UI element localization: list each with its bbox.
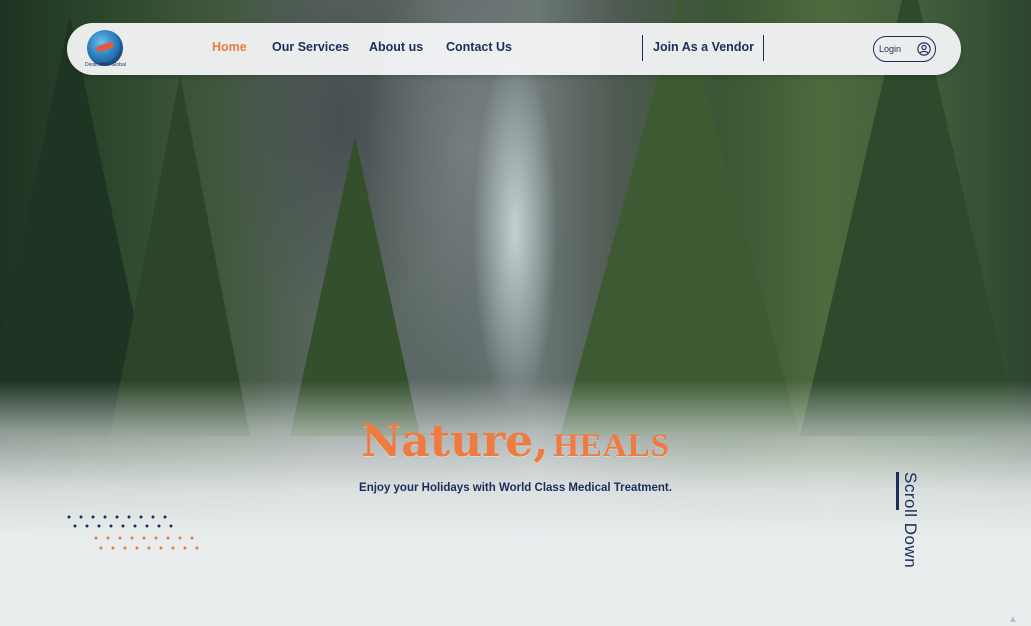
decorative-dot-pattern [67,515,199,550]
hero-title: Nature, HEALS [0,416,1031,467]
user-circle-icon [917,42,931,56]
scroll-down-label: Scroll Down [901,472,920,569]
login-label: Login [879,44,902,54]
hero-subtitle: Enjoy your Holidays with World Class Med… [359,482,672,494]
nav-link-about-us[interactable]: About us [369,40,423,54]
globe-logo-icon[interactable] [87,30,123,66]
join-as-vendor-link[interactable]: Join As a Vendor [653,40,754,54]
top-navigation-bar: Destination Global Home Our Services Abo… [67,23,961,75]
logo-text: Destination Global [85,62,126,68]
vendor-divider-right [763,35,764,61]
nav-link-contact-us[interactable]: Contact Us [446,40,512,54]
scroll-indicator-bar [896,472,899,510]
scroll-down-indicator[interactable]: Scroll Down [896,472,920,578]
hero-title-heals: HEALS [553,428,670,464]
login-button[interactable]: Login [873,36,936,62]
corner-arrow-icon: ▲ [1008,614,1018,625]
vendor-divider-left [642,35,643,61]
hero-title-nature: Nature, [361,416,549,467]
nav-link-home[interactable]: Home [212,40,247,54]
nav-link-our-services[interactable]: Our Services [272,40,349,54]
